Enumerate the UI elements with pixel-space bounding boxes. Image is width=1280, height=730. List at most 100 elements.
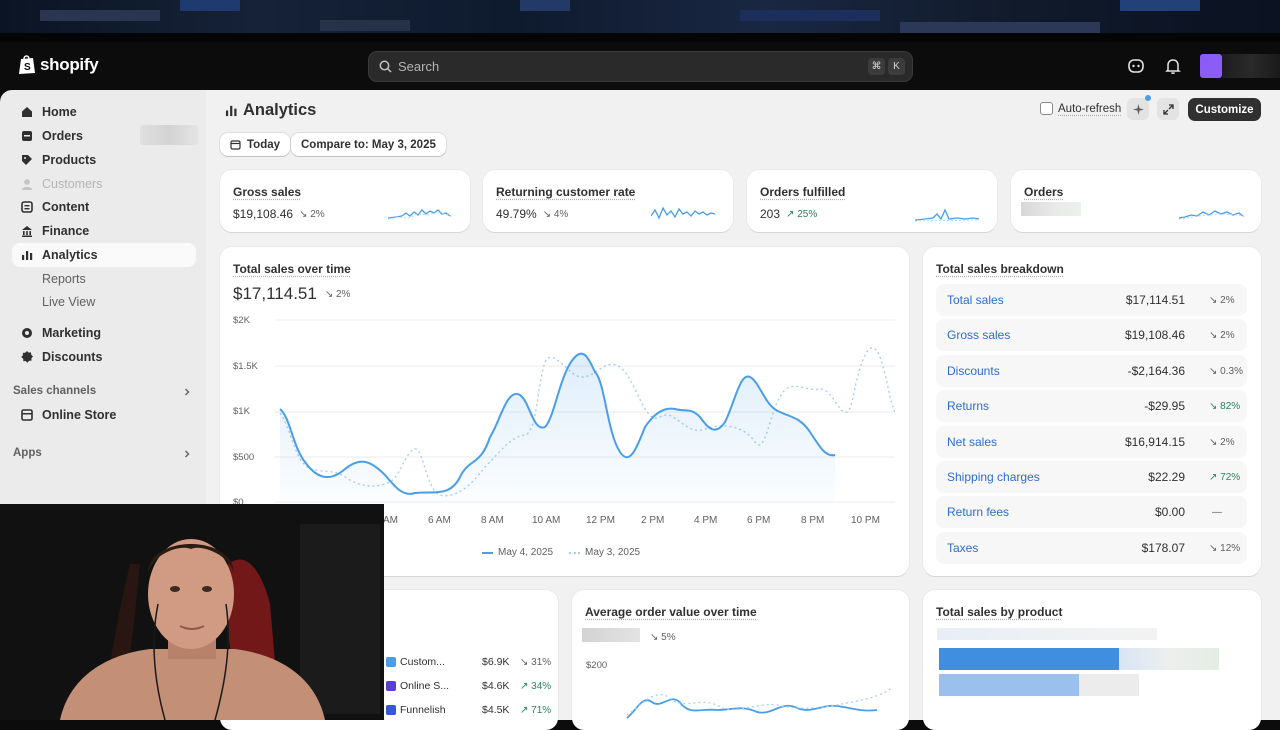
channel-swatch <box>386 705 396 715</box>
channel-change-value: 34% <box>531 680 552 692</box>
kpi-card-returning-rate[interactable]: Returning customer rate 49.79% ↘ 4% <box>483 170 733 232</box>
legend-previous[interactable]: May 3, 2025 <box>569 547 640 558</box>
search-bar[interactable]: Search ⌘ K <box>368 51 913 82</box>
ai-insights-button[interactable] <box>1127 95 1151 120</box>
kpi-value: $19,108.46 <box>233 207 294 221</box>
y-tick-label: $1K <box>233 406 250 417</box>
auto-refresh-checkbox[interactable] <box>1040 102 1053 115</box>
breakdown-label[interactable]: Taxes <box>947 541 978 555</box>
x-tick-label: 2 PM <box>641 515 665 526</box>
breakdown-change-value: 72% <box>1220 471 1241 483</box>
channel-amount: $4.6K <box>482 680 510 692</box>
store-avatar[interactable] <box>1200 54 1222 78</box>
breakdown-label[interactable]: Discounts <box>947 364 1000 378</box>
sales-total-row: $17,114.51 ↘ 2% <box>233 284 350 304</box>
breakdown-label[interactable]: Returns <box>947 399 989 413</box>
marketing-icon <box>22 328 32 338</box>
legend-current[interactable]: May 4, 2025 <box>482 547 553 558</box>
channel-row[interactable]: Online S... $4.6K ↗ 34% <box>386 680 552 692</box>
sparkline <box>915 208 980 222</box>
card-title: Total sales breakdown <box>936 262 1064 276</box>
x-tick-label: 8 PM <box>801 515 825 526</box>
breakdown-change: ↘ 0.3% <box>1209 365 1243 377</box>
kpi-card-orders-fulfilled[interactable]: Orders fulfilled 203 ↗ 25% <box>747 170 997 232</box>
breakdown-change-value: 2% <box>1220 329 1235 341</box>
sidebar-item-label: Online Store <box>42 408 117 422</box>
sidebar-item-label: Home <box>42 105 77 119</box>
presenter-video <box>0 504 384 720</box>
sidebar-item-label: Reports <box>42 272 86 286</box>
shortcut-k-key: K <box>888 58 905 75</box>
breakdown-amount: $0.00 <box>1154 505 1185 519</box>
product-bars-blurred <box>937 628 1237 708</box>
sidebar-item-content[interactable]: Content <box>12 195 196 219</box>
breakdown-amount: $178.07 <box>1141 541 1185 555</box>
fullscreen-button[interactable] <box>1157 98 1179 120</box>
page-title: Analytics <box>225 101 316 120</box>
sidebar-item-online-store[interactable]: Online Store <box>12 403 196 427</box>
breakdown-row-returns[interactable]: Returns -$29.95 ↘ 82% <box>936 390 1247 422</box>
sidebar-item-label: Discounts <box>42 350 103 364</box>
breakdown-row-total-sales[interactable]: Total sales $17,114.51 ↘ 2% <box>936 284 1247 316</box>
apps-header: Apps <box>13 447 42 459</box>
breakdown-row-net-sales[interactable]: Net sales $16,914.15 ↘ 2% <box>936 426 1247 458</box>
channel-change-value: 31% <box>531 656 552 668</box>
sidebar-item-customers[interactable]: Customers <box>12 172 196 196</box>
breakdown-row-return-fees[interactable]: Return fees $0.00 — <box>936 496 1247 528</box>
shopify-logo[interactable]: S shopify <box>18 54 99 75</box>
channel-row[interactable]: Funnelish $4.5K ↗ 71% <box>386 704 552 716</box>
bell-icon[interactable] <box>1164 57 1182 75</box>
sidebar-item-label: Content <box>42 200 90 214</box>
breakdown-change: ↘ 2% <box>1209 294 1235 306</box>
y-tick-label: $1.5K <box>233 361 258 372</box>
kpi-card-orders[interactable]: Orders <box>1011 170 1261 232</box>
channel-label: Online S... <box>400 680 450 692</box>
breakdown-change: ↗ 72% <box>1209 471 1241 483</box>
breakdown-amount: $19,108.46 <box>1124 328 1185 342</box>
sidebar-item-label: Customers <box>42 177 103 191</box>
breakdown-change: ↘ 12% <box>1209 542 1241 554</box>
breakdown-row-shipping[interactable]: Shipping charges $22.29 ↗ 72% <box>936 461 1247 493</box>
expand-icon <box>1162 103 1174 115</box>
chevron-right-icon[interactable] <box>183 450 191 458</box>
breakdown-row-discounts[interactable]: Discounts -$2,164.36 ↘ 0.3% <box>936 355 1247 387</box>
content-icon <box>21 201 33 213</box>
notification-dot <box>1145 95 1151 101</box>
breakdown-label[interactable]: Return fees <box>947 505 1009 519</box>
sidebar-item-analytics[interactable]: Analytics <box>12 243 196 267</box>
search-icon <box>379 60 392 73</box>
sidebar-item-discounts[interactable]: Discounts <box>12 345 196 369</box>
breakdown-label[interactable]: Net sales <box>947 435 997 449</box>
x-tick-label: 8 AM <box>481 515 504 526</box>
sidebar-item-live-view[interactable]: Live View <box>12 290 196 314</box>
auto-refresh-toggle[interactable]: Auto-refresh <box>1040 102 1121 115</box>
customize-button[interactable]: Customize <box>1188 98 1261 121</box>
discounts-icon <box>21 351 33 363</box>
assistant-icon[interactable] <box>1127 57 1145 75</box>
channel-row[interactable]: Custom... $6.9K ↘ 31% <box>386 656 552 668</box>
kpi-title: Returning customer rate <box>496 185 636 199</box>
date-range-button[interactable]: Today <box>220 133 291 156</box>
sidebar-item-home[interactable]: Home <box>12 100 196 124</box>
sidebar-item-products[interactable]: Products <box>12 148 196 172</box>
channel-change: ↗ 71% <box>520 704 552 716</box>
breakdown-row-gross-sales[interactable]: Gross sales $19,108.46 ↘ 2% <box>936 319 1247 351</box>
breakdown-amount: $16,914.15 <box>1124 435 1185 449</box>
brand-name: shopify <box>40 54 99 74</box>
analytics-icon <box>22 251 33 260</box>
chevron-right-icon[interactable] <box>183 388 191 396</box>
sidebar-item-reports[interactable]: Reports <box>12 267 196 291</box>
sidebar-item-marketing[interactable]: Marketing <box>12 321 196 345</box>
compare-button[interactable]: Compare to: May 3, 2025 <box>291 133 446 156</box>
x-tick-label: 10 AM <box>532 515 561 526</box>
breakdown-change: ↘ 2% <box>1209 436 1235 448</box>
sidebar-item-finance[interactable]: Finance <box>12 219 196 243</box>
kpi-value: 49.79% <box>496 207 537 221</box>
breakdown-label[interactable]: Total sales <box>947 293 1004 307</box>
kpi-card-gross-sales[interactable]: Gross sales $19,108.46 ↘ 2% <box>220 170 470 232</box>
sales-channels-header: Sales channels <box>13 385 97 397</box>
breakdown-label[interactable]: Gross sales <box>947 328 1010 342</box>
breakdown-label[interactable]: Shipping charges <box>947 470 1040 484</box>
breakdown-row-taxes[interactable]: Taxes $178.07 ↘ 12% <box>936 532 1247 564</box>
kpi-title: Gross sales <box>233 185 302 199</box>
